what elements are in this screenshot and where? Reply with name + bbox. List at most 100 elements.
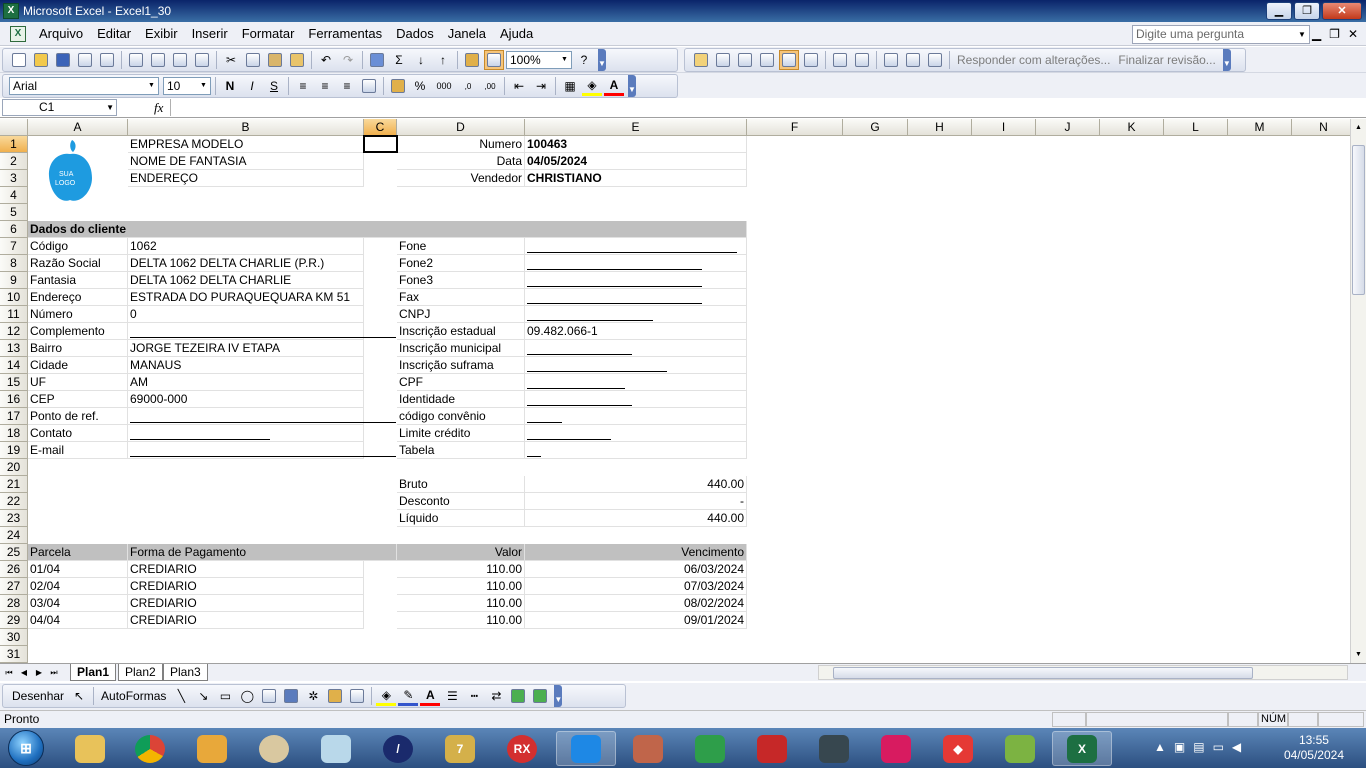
taskbar-app-3[interactable] [182,731,242,766]
device-icon[interactable]: ▤ [1193,740,1204,754]
numero-label[interactable]: Numero [397,136,525,153]
column-header-h[interactable]: H [908,119,972,136]
insert-function-icon[interactable]: fx [154,100,163,116]
monitor-icon[interactable]: ▭ [1213,740,1224,754]
tab-plan1[interactable]: Plan1 [70,664,117,681]
row-header-10[interactable]: 10 [0,289,28,306]
autosum-button[interactable]: Σ [389,50,409,70]
menu-ferramentas[interactable]: Ferramentas [301,26,389,41]
doc-close-button[interactable]: ✕ [1348,27,1358,41]
client-value[interactable]: 69000-000 [128,391,364,408]
row-header-5[interactable]: 5 [0,204,28,221]
client-label[interactable]: Fantasia [28,272,128,289]
chevron-down-icon[interactable]: ▼ [559,53,570,67]
column-header-m[interactable]: M [1228,119,1292,136]
row-header-20[interactable]: 20 [0,459,28,476]
data-label[interactable]: Data [397,153,525,170]
client-value[interactable]: AM [128,374,364,391]
row-header-29[interactable]: 29 [0,612,28,629]
total-label[interactable]: Desconto [397,493,525,510]
taskbar-app-10[interactable] [618,731,678,766]
permission-icon[interactable] [75,50,95,70]
sort-asc-icon[interactable]: ↓ [411,50,431,70]
column-header-c[interactable]: C [364,119,397,136]
client-value[interactable]: 09.482.066-1 [525,323,747,340]
client-value[interactable]: 1062 [128,238,364,255]
client-label[interactable]: Contato [28,425,128,442]
column-header-g[interactable]: G [843,119,908,136]
taskbar-rx[interactable]: RX [492,731,552,766]
taskbar-explorer[interactable] [60,731,120,766]
menu-exibir[interactable]: Exibir [138,26,185,41]
row-header-22[interactable]: 22 [0,493,28,510]
minimize-button[interactable]: ▁ [1266,2,1292,20]
sort-desc-icon[interactable]: ↑ [433,50,453,70]
total-label[interactable]: Bruto [397,476,525,493]
payment-parcela[interactable]: 04/04 [28,612,128,629]
chevron-down-icon[interactable]: ▼ [1296,27,1308,42]
review-icon-1[interactable] [691,50,711,70]
toolbar-options-icon[interactable]: ▼ [628,75,636,97]
taskbar-app-6[interactable]: / [368,731,428,766]
name-box[interactable]: C1 ▼ [2,99,117,116]
menu-ajuda[interactable]: Ajuda [493,26,540,41]
client-value[interactable]: MANAUS [128,357,364,374]
payment-forma[interactable]: CREDIARIO [128,595,364,612]
research-icon[interactable] [192,50,212,70]
scroll-thumb[interactable] [1352,145,1365,295]
shadow-icon[interactable] [508,686,528,706]
client-label[interactable]: Fone2 [397,255,525,272]
taskbar-app-11[interactable] [680,731,740,766]
taskbar-anydesk[interactable]: ◆ [928,731,988,766]
align-right-icon[interactable]: ≡ [337,76,357,96]
thousands-button[interactable]: 000 [432,76,456,96]
taskbar-app-13[interactable] [804,731,864,766]
taskbar-paint[interactable] [244,731,304,766]
review-icon-7[interactable] [830,50,850,70]
column-header-b[interactable]: B [128,119,364,136]
undo-icon[interactable]: ↶ [316,50,336,70]
row-header-13[interactable]: 13 [0,340,28,357]
numero-value[interactable]: 100463 [525,136,747,153]
review-icon-4[interactable] [757,50,777,70]
review-icon-10[interactable] [903,50,923,70]
row-header-28[interactable]: 28 [0,595,28,612]
payment-header-forma[interactable]: Forma de Pagamento [128,544,397,561]
bold-button[interactable]: N [220,76,240,96]
3d-icon[interactable] [530,686,550,706]
line-style-icon[interactable]: ☰ [442,686,462,706]
maximize-button[interactable]: ❐ [1294,2,1320,20]
total-value[interactable]: 440.00 [525,510,747,527]
tab-plan3[interactable]: Plan3 [163,664,208,681]
column-header-f[interactable]: F [747,119,843,136]
review-icon-5[interactable] [779,50,799,70]
row-header-11[interactable]: 11 [0,306,28,323]
fill-color-icon[interactable]: ◈ [582,76,602,96]
copy-icon[interactable] [243,50,263,70]
row-header-25[interactable]: 25 [0,544,28,561]
worksheet-grid[interactable]: ABCDEFGHIJKLMN 1 EMPRESA MODELO Numero 1004… [0,119,1350,663]
column-header-k[interactable]: K [1100,119,1164,136]
chevron-down-icon[interactable]: ▼ [146,79,157,93]
client-label[interactable]: Inscrição suframa [397,357,525,374]
row-header-12[interactable]: 12 [0,323,28,340]
print-preview-icon[interactable] [148,50,168,70]
hyperlink-icon[interactable] [367,50,387,70]
payment-vencimento[interactable]: 07/03/2024 [525,578,747,595]
select-all-corner[interactable] [0,119,28,136]
end-review-button[interactable]: Finalizar revisão... [1115,53,1218,67]
payment-forma[interactable]: CREDIARIO [128,561,364,578]
taskbar-chrome[interactable] [120,731,180,766]
help-search-input[interactable]: Digite uma pergunta ▼ [1132,25,1310,44]
client-value[interactable]: DELTA 1062 DELTA CHARLIE [128,272,364,289]
client-label[interactable]: Número [28,306,128,323]
doc-restore-button[interactable]: ❐ [1329,27,1340,41]
row-header-30[interactable]: 30 [0,629,28,646]
menu-editar[interactable]: Editar [90,26,138,41]
payment-header-parcela[interactable]: Parcela [28,544,128,561]
taskbar-app-12[interactable] [742,731,802,766]
review-icon-6[interactable] [801,50,821,70]
increase-indent-icon[interactable]: ⇥ [531,76,551,96]
client-label[interactable]: CEP [28,391,128,408]
arrow-style-icon[interactable]: ⇄ [486,686,506,706]
